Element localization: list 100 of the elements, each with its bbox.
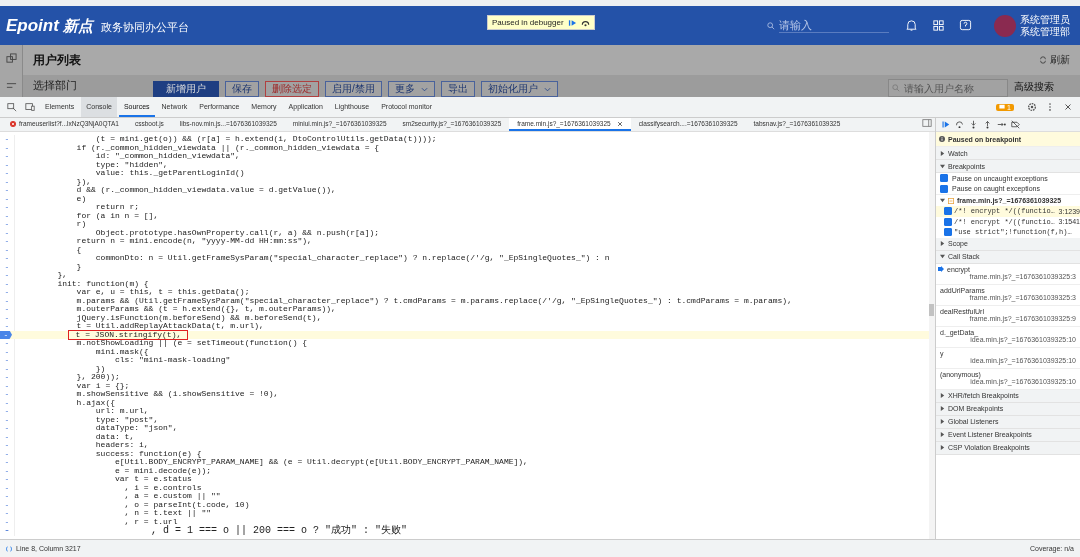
- sidebar-toggle-icon[interactable]: [922, 118, 932, 128]
- checkbox[interactable]: [944, 207, 952, 216]
- line-gutter: -: [0, 313, 15, 322]
- format-icon[interactable]: [6, 545, 12, 552]
- line-gutter: -: [0, 500, 15, 509]
- line-gutter: -: [0, 424, 15, 433]
- expanded-triangle-icon[interactable]: [940, 198, 945, 203]
- checkbox[interactable]: [940, 174, 948, 183]
- code-line: , r = t.url: [123, 517, 178, 526]
- collapsed-triangle-icon: [940, 150, 945, 156]
- windows-icon[interactable]: [5, 53, 17, 64]
- action-button[interactable]: 启用/禁用: [325, 81, 382, 97]
- checkbox[interactable]: [944, 228, 952, 237]
- checkbox[interactable]: [940, 184, 948, 193]
- line-gutter: -: [0, 254, 15, 263]
- line-gutter: -: [0, 381, 15, 390]
- line-gutter: -: [0, 135, 15, 144]
- deactivate-breakpoints-icon[interactable]: [1011, 120, 1020, 129]
- collapsed-triangle-icon: [940, 445, 945, 450]
- line-gutter: -: [0, 237, 15, 246]
- code-line: mini.mask({: [95, 347, 149, 356]
- help-icon[interactable]: [959, 19, 972, 32]
- line-gutter: -: [0, 415, 15, 424]
- code-line: }): [95, 364, 106, 373]
- code-line: e = mini.decode(e));: [114, 466, 212, 475]
- search-field[interactable]: 请输入: [779, 18, 889, 33]
- list-icon[interactable]: [5, 80, 17, 91]
- breakpoint-marker[interactable]: -: [0, 330, 12, 339]
- resume-icon[interactable]: [941, 120, 950, 129]
- action-button[interactable]: 导出: [440, 81, 475, 97]
- step-out-icon[interactable]: [983, 120, 992, 129]
- line-gutter: -: [0, 245, 15, 254]
- code-line: commonDto: n = Util.getFrameSysParam("special_character_replace") ? n.replace(/'/g, "_EpSingleQuotes_") : n: [94, 254, 610, 263]
- code-line: return r;: [94, 203, 140, 212]
- grid-icon[interactable]: [932, 19, 945, 32]
- resume-icon[interactable]: [567, 18, 577, 27]
- code-line: success: function(e) {: [94, 449, 202, 458]
- line-gutter: -: [0, 211, 15, 220]
- collapsed-triangle-icon: [940, 419, 945, 424]
- banner-text: Paused in debugger: [492, 18, 564, 27]
- code-line: t = JSON.stringify(t),: [74, 330, 182, 339]
- code-line: var i = {};: [75, 381, 130, 390]
- logo-text: 新点: [62, 16, 93, 36]
- code-line: jQuery.isFunction(m.beforeSend) && m.beforeSend(t),: [75, 313, 322, 322]
- code-line: t = Util.addReplayAttackData(t, m.url),: [75, 322, 264, 330]
- scrollbar[interactable]: [929, 132, 935, 539]
- code-line: r): [75, 220, 87, 229]
- user-department: 系统管理部: [1020, 25, 1070, 38]
- step-icon[interactable]: [997, 120, 1006, 129]
- device-icon[interactable]: [25, 102, 35, 112]
- info-icon: [939, 136, 945, 142]
- code-line: id: "_common_hidden_viewdata",: [95, 152, 240, 161]
- line-gutter: -: [0, 271, 15, 280]
- code-line: data: t,: [94, 432, 135, 441]
- close-tab-icon[interactable]: [616, 120, 623, 127]
- line-gutter: -: [0, 186, 15, 195]
- user-search-field[interactable]: 请输入用户名称: [888, 79, 1008, 97]
- line-gutter: -: [0, 305, 15, 314]
- line-gutter: -: [0, 228, 15, 237]
- code-line: m.outerParams && (t = h.extend({}, t, m.outerParams)),: [75, 305, 336, 313]
- line-gutter: -: [0, 143, 15, 152]
- code-line: headers: i,: [94, 441, 149, 450]
- action-button[interactable]: 新增用户: [153, 81, 219, 97]
- code-line: , a = e.custom || "": [123, 492, 221, 500]
- code-line: value: this._getParentLoginId(): [94, 169, 245, 178]
- code-line: e): [75, 194, 87, 203]
- bell-icon[interactable]: [905, 19, 918, 32]
- line-gutter: -: [0, 407, 15, 416]
- chevron-down-icon: [543, 86, 551, 92]
- line-gutter: -: [0, 152, 15, 161]
- close-icon[interactable]: [1063, 102, 1073, 112]
- code-line: , o = parseInt(t.code, 10): [123, 500, 250, 509]
- line-gutter: -: [0, 364, 15, 373]
- inspect-icon[interactable]: [7, 102, 17, 112]
- line-gutter: -: [0, 169, 15, 178]
- dropdown-button[interactable]: 初始化用户: [480, 81, 558, 97]
- advanced-search-link[interactable]: 高级搜索: [1008, 80, 1080, 97]
- platform-title: 政务协同办公平台: [100, 19, 189, 35]
- line-gutter: -: [0, 203, 15, 212]
- code-line: , i = e.controls: [123, 483, 202, 492]
- action-button[interactable]: 保存: [225, 81, 259, 97]
- code-line: cls: "mini-mask-loading": [115, 356, 231, 365]
- refresh-button[interactable]: 刷新: [1039, 53, 1070, 67]
- message-icon: [999, 104, 1006, 110]
- step-into-icon[interactable]: [969, 120, 978, 129]
- code-line: if (r._common_hidden_viewdata || (r._common_hidden_viewdata = {: [75, 143, 380, 152]
- code-line: h.ajax({: [75, 398, 115, 407]
- settings-icon[interactable]: [1027, 102, 1037, 112]
- code-line: dataType: "json",: [94, 424, 178, 432]
- checkbox[interactable]: [944, 217, 952, 226]
- code-line: }),: [75, 177, 91, 186]
- step-over-icon[interactable]: [580, 18, 590, 27]
- dropdown-button[interactable]: 更多: [387, 81, 435, 97]
- search-icon: [767, 21, 775, 30]
- code-line: }: [75, 262, 82, 271]
- code-line: type: "hidden",: [94, 160, 168, 169]
- line-gutter: -: [0, 296, 15, 305]
- line-gutter: -: [0, 160, 15, 169]
- line-gutter: -: [0, 279, 15, 288]
- refresh-icon: [1039, 56, 1047, 64]
